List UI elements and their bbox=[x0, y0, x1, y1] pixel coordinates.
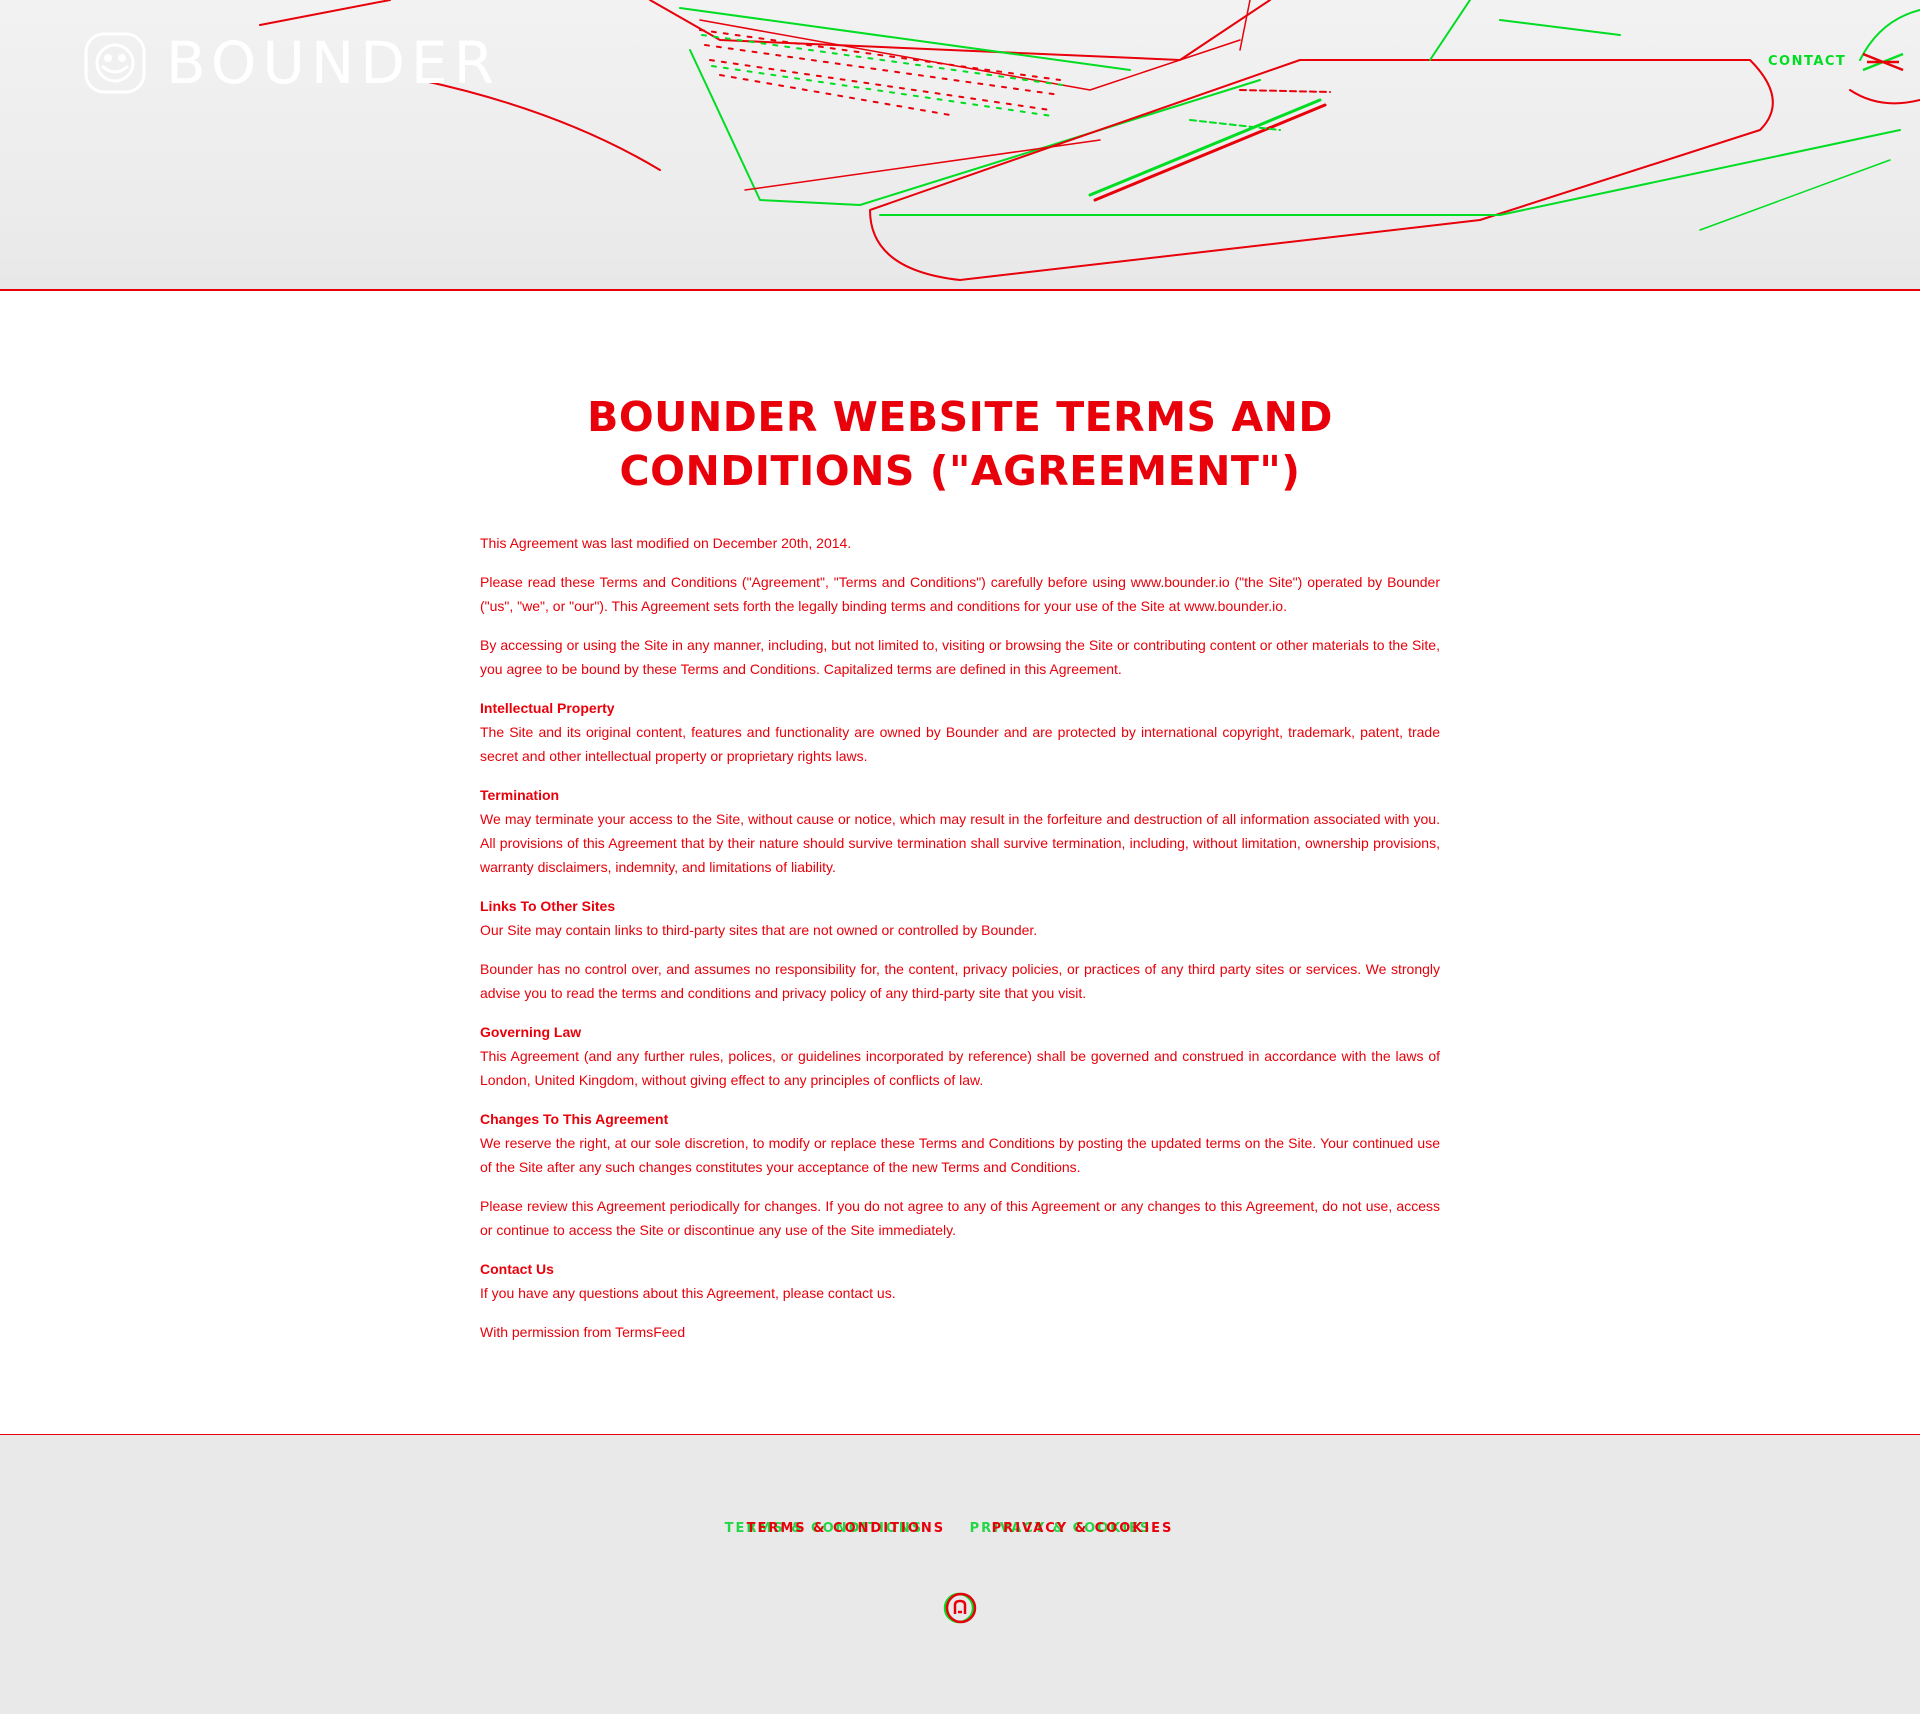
nav-contact-link[interactable]: CONTACT bbox=[1768, 54, 1846, 69]
footer-link-privacy[interactable]: PRIVACY & COOKIES bbox=[992, 1521, 1174, 1536]
bounder-logo-icon bbox=[84, 32, 146, 94]
section-termination: Termination We may terminate your access… bbox=[480, 783, 1440, 879]
social-circle-icon[interactable] bbox=[942, 1590, 978, 1626]
section-governing-law: Governing Law This Agreement (and any fu… bbox=[480, 1020, 1440, 1092]
intro-paragraph: Please read these Terms and Conditions (… bbox=[480, 574, 1440, 614]
section-body: Our Site may contain links to third-part… bbox=[480, 922, 1038, 938]
section-body: If you have any questions about this Agr… bbox=[480, 1285, 896, 1301]
site-logo[interactable]: BOUNDER bbox=[80, 28, 500, 98]
section-changes: Changes To This Agreement We reserve the… bbox=[480, 1107, 1440, 1179]
hero-header: BOUNDER CONTACT bbox=[0, 0, 1920, 291]
section-heading: Changes To This Agreement bbox=[480, 1111, 669, 1127]
section-links: Links To Other Sites Our Site may contai… bbox=[480, 894, 1440, 942]
section-intellectual-property: Intellectual Property The Site and its o… bbox=[480, 696, 1440, 768]
page-title: BOUNDER WEBSITE TERMS AND CONDITIONS ("A… bbox=[587, 393, 1333, 495]
attribution-prefix: With permission from bbox=[480, 1324, 616, 1340]
section-heading: Contact Us bbox=[480, 1261, 554, 1277]
menu-icon[interactable] bbox=[1855, 34, 1911, 90]
section-heading: Termination bbox=[480, 787, 560, 803]
section-links-continued: Bounder has no control over, and assumes… bbox=[480, 961, 1440, 1001]
section-body: We reserve the right, at our sole discre… bbox=[480, 1135, 1440, 1175]
footer-nav: TERMS & CONDITIONS PRIVACY & COOKIES bbox=[0, 1521, 1920, 1536]
logo-text: BOUNDER bbox=[166, 29, 500, 97]
section-body: We may terminate your access to the Site… bbox=[480, 811, 1440, 875]
attribution: With permission from TermsFeed bbox=[480, 1320, 1440, 1344]
section-heading: Governing Law bbox=[480, 1024, 582, 1040]
section-heading: Links To Other Sites bbox=[480, 898, 616, 914]
terms-content: BOUNDER WEBSITE TERMS AND CONDITIONS ("A… bbox=[480, 390, 1440, 1359]
section-changes-continued: Please review this Agreement periodicall… bbox=[480, 1198, 1440, 1238]
footer-link-terms[interactable]: TERMS & CONDITIONS bbox=[747, 1521, 946, 1536]
section-contact: Contact Us If you have any questions abo… bbox=[480, 1257, 1440, 1305]
section-body: The Site and its original content, featu… bbox=[480, 724, 1440, 764]
acceptance-paragraph: By accessing or using the Site in any ma… bbox=[480, 637, 1440, 677]
section-body: This Agreement (and any further rules, p… bbox=[480, 1048, 1440, 1088]
section-heading: Intellectual Property bbox=[480, 700, 615, 716]
last-modified-text: This Agreement was last modified on Dece… bbox=[480, 535, 852, 551]
site-footer: TERMS & CONDITIONS PRIVACY & COOKIES bbox=[0, 1434, 1920, 1714]
termsfeed-link[interactable]: TermsFeed bbox=[615, 1324, 685, 1340]
